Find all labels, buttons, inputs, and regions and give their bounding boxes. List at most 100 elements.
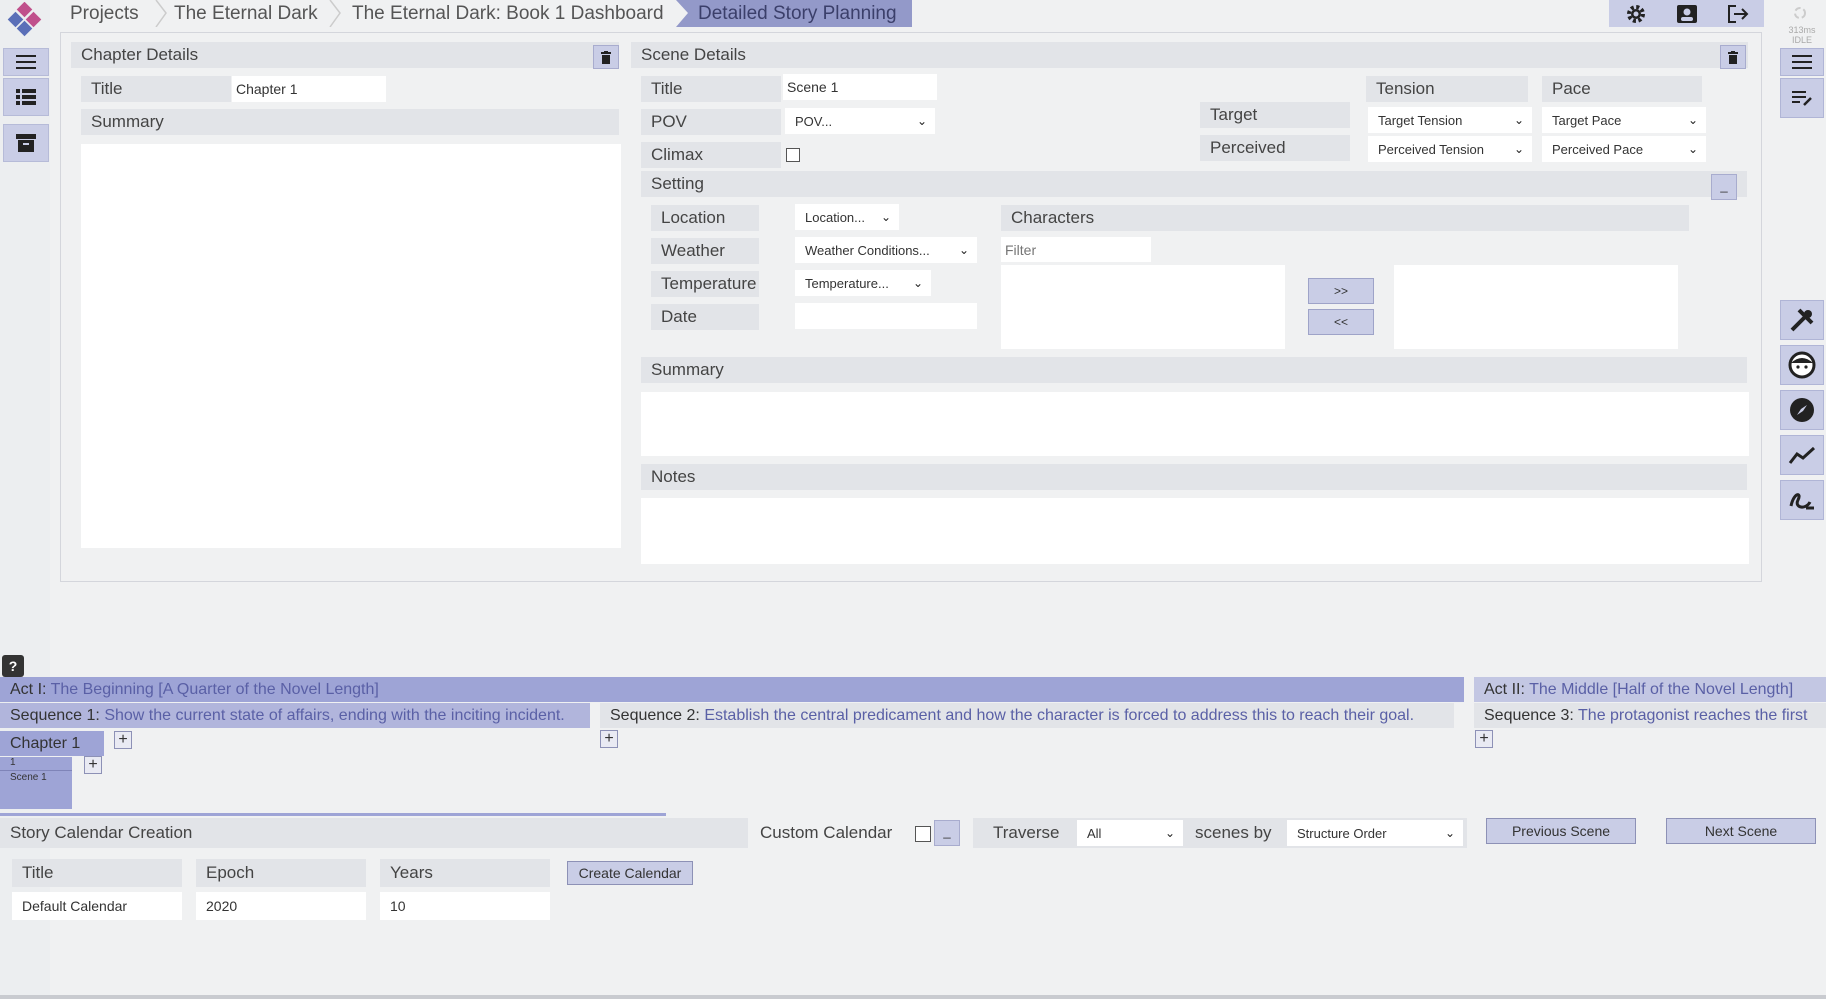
setting-header: Setting	[641, 171, 1747, 197]
custom-calendar-label: Custom Calendar	[760, 823, 893, 842]
perceived-label: Perceived	[1200, 135, 1350, 161]
scene-number: 1	[10, 757, 16, 768]
chevron-down-icon: ⌄	[1444, 826, 1455, 840]
right-menu-icon[interactable]	[1780, 48, 1824, 76]
available-characters-list[interactable]	[1001, 265, 1285, 349]
add-chapter-seq3-button[interactable]: +	[1475, 730, 1493, 748]
menu-icon[interactable]	[3, 48, 49, 76]
target-tension-select[interactable]: Target Tension ⌄	[1368, 107, 1532, 133]
act-1-bar[interactable]: Act I: The Beginning [A Quarter of the N…	[0, 677, 1464, 702]
order-select-value: Structure Order	[1297, 825, 1387, 841]
chevron-down-icon: ⌄	[880, 210, 891, 224]
act-1-label: Act I:	[10, 681, 47, 698]
chapter-summary-label: Summary	[81, 109, 619, 135]
add-chapter-button[interactable]: +	[114, 731, 132, 749]
character-face-icon[interactable]	[1780, 345, 1824, 385]
collapse-setting-button[interactable]: _	[1711, 174, 1737, 200]
sequence-3-bar[interactable]: Sequence 3: The protagonist reaches the …	[1474, 703, 1826, 728]
order-select[interactable]: Structure Order ⌄	[1287, 820, 1463, 846]
sequence-3-label: Sequence 3:	[1484, 707, 1574, 724]
calendar-header: Story Calendar Creation	[0, 818, 748, 848]
notes-edit-icon[interactable]	[1780, 78, 1824, 118]
status-state: IDLE	[1791, 35, 1812, 45]
breadcrumb-current: Detailed Story Planning	[676, 0, 912, 27]
traverse-select[interactable]: All ⌄	[1077, 820, 1183, 846]
progress-divider	[0, 813, 666, 816]
breadcrumb-projects[interactable]: Projects	[60, 0, 151, 27]
custom-calendar-checkbox[interactable]	[915, 826, 931, 842]
help-button[interactable]: ?	[2, 655, 24, 677]
weather-select[interactable]: Weather Conditions... ⌄	[795, 237, 977, 263]
create-calendar-button[interactable]: Create Calendar	[567, 861, 693, 885]
target-label: Target	[1200, 102, 1350, 128]
scene-name: Scene 1	[10, 772, 47, 783]
chevron-down-icon: ⌄	[1687, 142, 1698, 156]
delete-scene-trash-icon[interactable]	[1720, 45, 1746, 69]
calendar-years-label: Years	[380, 859, 550, 887]
location-label: Location	[651, 205, 759, 231]
logout-icon[interactable]	[1711, 0, 1764, 27]
list-icon[interactable]	[3, 78, 49, 116]
traverse-select-value: All	[1087, 825, 1102, 841]
chapter-details-header: Chapter Details	[71, 42, 619, 68]
previous-scene-button[interactable]: Previous Scene	[1486, 818, 1636, 844]
signature-icon[interactable]	[1780, 480, 1824, 520]
traverse-label: Traverse	[993, 823, 1060, 842]
calendar-epoch-input[interactable]: 2020	[196, 892, 366, 920]
scene-1-block[interactable]: 1 Scene 1	[0, 757, 72, 809]
settings-gear-icon[interactable]	[1609, 0, 1662, 27]
scene-notes-label: Notes	[641, 464, 1747, 490]
collapse-calendar-button[interactable]: _	[934, 820, 960, 846]
add-scene-button[interactable]: +	[84, 756, 102, 774]
pov-select-value: POV...	[795, 113, 833, 129]
chapter-summary-textarea[interactable]	[81, 144, 621, 548]
chevron-down-icon: ⌄	[1513, 113, 1524, 127]
chapter-1-block[interactable]: Chapter 1	[0, 731, 104, 756]
chapter-title-input[interactable]: Chapter 1	[232, 76, 386, 102]
temperature-label: Temperature	[651, 271, 759, 297]
act-2-desc: The Middle [Half of the Novel Length]	[1529, 681, 1794, 698]
act-2-bar[interactable]: Act II: The Middle [Half of the Novel Le…	[1474, 677, 1826, 702]
climax-checkbox[interactable]	[786, 148, 800, 162]
breadcrumb-project[interactable]: The Eternal Dark	[152, 0, 330, 27]
compass-icon[interactable]	[1780, 390, 1824, 430]
sequence-3-desc: The protagonist reaches the first	[1578, 707, 1808, 724]
tension-label: Tension	[1366, 76, 1528, 102]
target-pace-value: Target Pace	[1552, 112, 1622, 128]
target-pace-select[interactable]: Target Pace ⌄	[1542, 107, 1706, 133]
remove-character-button[interactable]: <<	[1308, 309, 1374, 335]
calendar-title-label: Title	[12, 859, 182, 887]
date-input[interactable]	[795, 303, 977, 329]
character-filter-input[interactable]	[1001, 237, 1151, 262]
chevron-down-icon: ⌄	[1164, 826, 1175, 840]
perceived-pace-select[interactable]: Perceived Pace ⌄	[1542, 136, 1706, 162]
chevron-down-icon: ⌄	[912, 276, 923, 290]
add-chapter-seq2-button[interactable]: +	[600, 730, 618, 748]
perceived-tension-select[interactable]: Perceived Tension ⌄	[1368, 136, 1532, 162]
profile-icon[interactable]	[1660, 0, 1713, 27]
sequence-1-label: Sequence 1:	[10, 707, 100, 724]
app-logo-icon[interactable]	[4, 1, 46, 42]
add-character-button[interactable]: >>	[1308, 278, 1374, 304]
sequence-1-bar[interactable]: Sequence 1: Show the current state of af…	[0, 703, 590, 728]
pov-select[interactable]: POV... ⌄	[785, 108, 935, 134]
tools-icon[interactable]	[1780, 300, 1824, 340]
calendar-title-input[interactable]: Default Calendar	[12, 892, 182, 920]
weather-select-value: Weather Conditions...	[805, 242, 930, 258]
archive-icon[interactable]	[3, 124, 49, 162]
breadcrumb-dashboard[interactable]: The Eternal Dark: Book 1 Dashboard	[330, 0, 676, 27]
scene-characters-list[interactable]	[1394, 265, 1678, 349]
temperature-select[interactable]: Temperature... ⌄	[795, 270, 931, 296]
next-scene-button[interactable]: Next Scene	[1666, 818, 1816, 844]
chart-line-icon[interactable]	[1780, 435, 1824, 475]
sequence-1-desc: Show the current state of affairs, endin…	[104, 707, 565, 724]
sequence-2-bar[interactable]: Sequence 2: Establish the central predic…	[600, 703, 1454, 728]
location-select[interactable]: Location... ⌄	[795, 204, 899, 230]
scene-title-input[interactable]: Scene 1	[783, 74, 937, 100]
scene-summary-textarea[interactable]	[641, 392, 1749, 456]
chevron-down-icon: ⌄	[916, 114, 927, 128]
pace-label: Pace	[1542, 76, 1702, 102]
calendar-years-input[interactable]: 10	[380, 892, 550, 920]
delete-chapter-trash-icon[interactable]	[593, 45, 619, 69]
scene-notes-textarea[interactable]	[641, 498, 1749, 564]
